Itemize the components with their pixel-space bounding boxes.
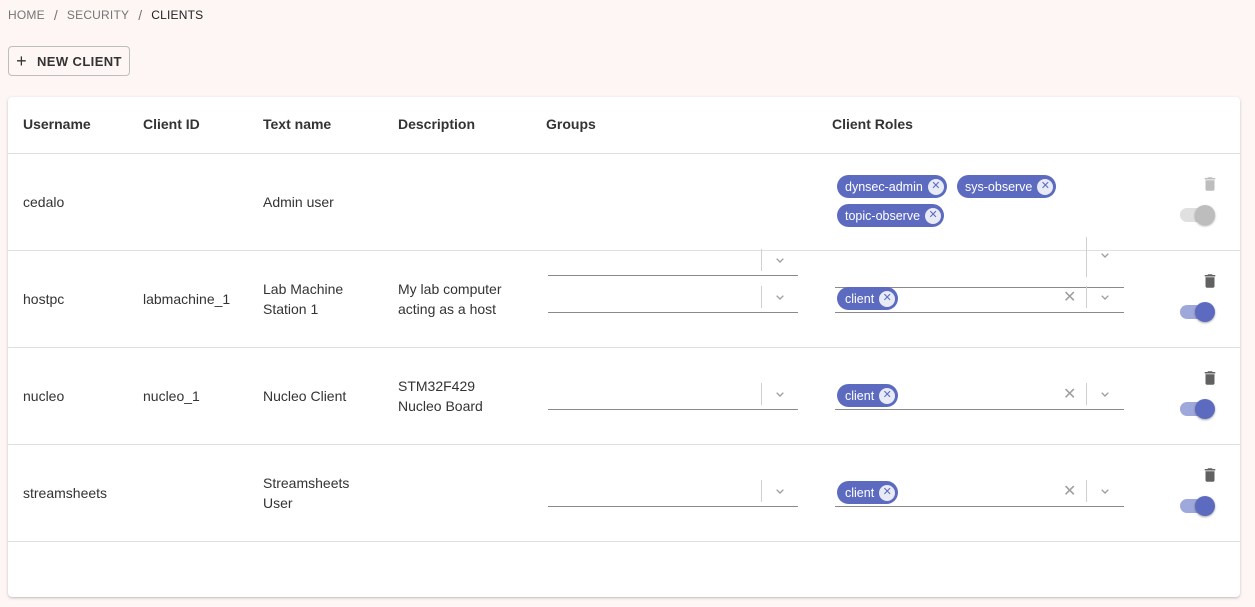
select-divider [1086,286,1087,308]
select-divider [761,383,762,405]
table-row: nucleo nucleo_1 Nucleo Client STM32F429 Nuc… [8,348,1240,445]
table-row: streamsheets Streamsheets User ✕ client ✕ [8,445,1240,542]
cell-description: STM32F429 Nucleo Board [398,378,483,414]
groups-select[interactable] [548,480,798,507]
role-chip: topic-observe ✕ [837,204,945,227]
header-description[interactable]: Description [398,116,475,132]
plus-icon: + [16,51,28,71]
role-chip: client ✕ [837,481,899,504]
chevron-down-icon[interactable] [1097,483,1111,497]
role-chip-label: client [845,388,875,403]
role-chip-label: sys-observe [965,179,1033,194]
breadcrumb-separator: / [53,7,58,23]
table-row: cedalo Admin user dynsec-admin ✕ sys-observe… [8,154,1240,288]
table-row: hostpc labmachine_1 Lab Machine Station 1 M… [8,251,1240,348]
header-username[interactable]: Username [23,116,91,132]
enabled-toggle[interactable] [1177,496,1217,516]
breadcrumb-security[interactable]: SECURITY [67,8,129,22]
chevron-down-icon[interactable] [772,289,786,303]
close-icon[interactable]: ✕ [1063,484,1076,500]
role-chip-label: topic-observe [845,208,921,223]
breadcrumb-home[interactable]: HOME [8,8,45,22]
cell-client-id: labmachine_1 [143,291,231,307]
cell-text-name: Nucleo Client [263,388,347,404]
role-chip-label: client [845,291,875,306]
cancel-circle-icon[interactable]: ✕ [879,290,896,307]
cell-description: My lab computer acting as a host [398,281,502,317]
chevron-down-icon[interactable] [1097,289,1111,303]
enabled-toggle[interactable] [1177,302,1217,322]
select-divider [1086,480,1087,502]
role-chip-label: client [845,485,875,500]
cell-username: cedalo [23,194,65,210]
trash-icon[interactable] [1201,271,1219,291]
chevron-down-icon[interactable] [772,483,786,497]
cell-text-name: Streamsheets User [263,475,350,511]
role-chip: sys-observe ✕ [957,175,1057,198]
breadcrumb: HOME / SECURITY / CLIENTS [8,7,203,23]
table-header: Username Client ID Text name Description… [8,97,1240,154]
role-chip: dynsec-admin ✕ [837,175,947,198]
header-client-id[interactable]: Client ID [143,116,200,132]
groups-select[interactable] [548,383,798,410]
cell-username: nucleo [23,388,65,404]
header-text-name[interactable]: Text name [263,116,331,132]
cell-username: hostpc [23,291,65,307]
cell-username: streamsheets [23,485,108,501]
clients-table: Username Client ID Text name Description… [8,97,1240,597]
chevron-down-icon[interactable] [772,386,786,400]
role-chip: client ✕ [837,384,899,407]
chevron-down-icon[interactable] [1097,386,1111,400]
new-client-label: NEW CLIENT [37,53,122,69]
role-chip-label: dynsec-admin [845,179,923,194]
trash-icon[interactable] [1201,368,1219,388]
breadcrumb-clients: CLIENTS [151,8,204,22]
close-icon[interactable]: ✕ [1063,387,1076,403]
cell-client-id: nucleo_1 [143,388,200,404]
header-client-roles: Client Roles [832,116,913,132]
role-chip: client ✕ [837,287,899,310]
cancel-circle-icon[interactable]: ✕ [927,178,944,195]
close-icon[interactable]: ✕ [1063,290,1076,306]
cell-text-name: Lab Machine Station 1 [263,281,344,317]
groups-select[interactable] [548,286,798,313]
select-divider [1086,383,1087,405]
new-client-button[interactable]: + NEW CLIENT [8,46,130,76]
cell-text-name: Admin user [263,194,334,210]
cancel-circle-icon[interactable]: ✕ [879,484,896,501]
trash-icon [1201,174,1219,194]
select-divider [761,286,762,308]
enabled-toggle[interactable] [1177,399,1217,419]
enabled-toggle [1177,205,1217,225]
trash-icon[interactable] [1201,465,1219,485]
cancel-circle-icon[interactable]: ✕ [879,387,896,404]
select-divider [761,480,762,502]
cancel-circle-icon[interactable]: ✕ [925,207,942,224]
header-groups: Groups [546,116,596,132]
cancel-circle-icon[interactable]: ✕ [1037,178,1054,195]
breadcrumb-separator: / [138,7,143,23]
